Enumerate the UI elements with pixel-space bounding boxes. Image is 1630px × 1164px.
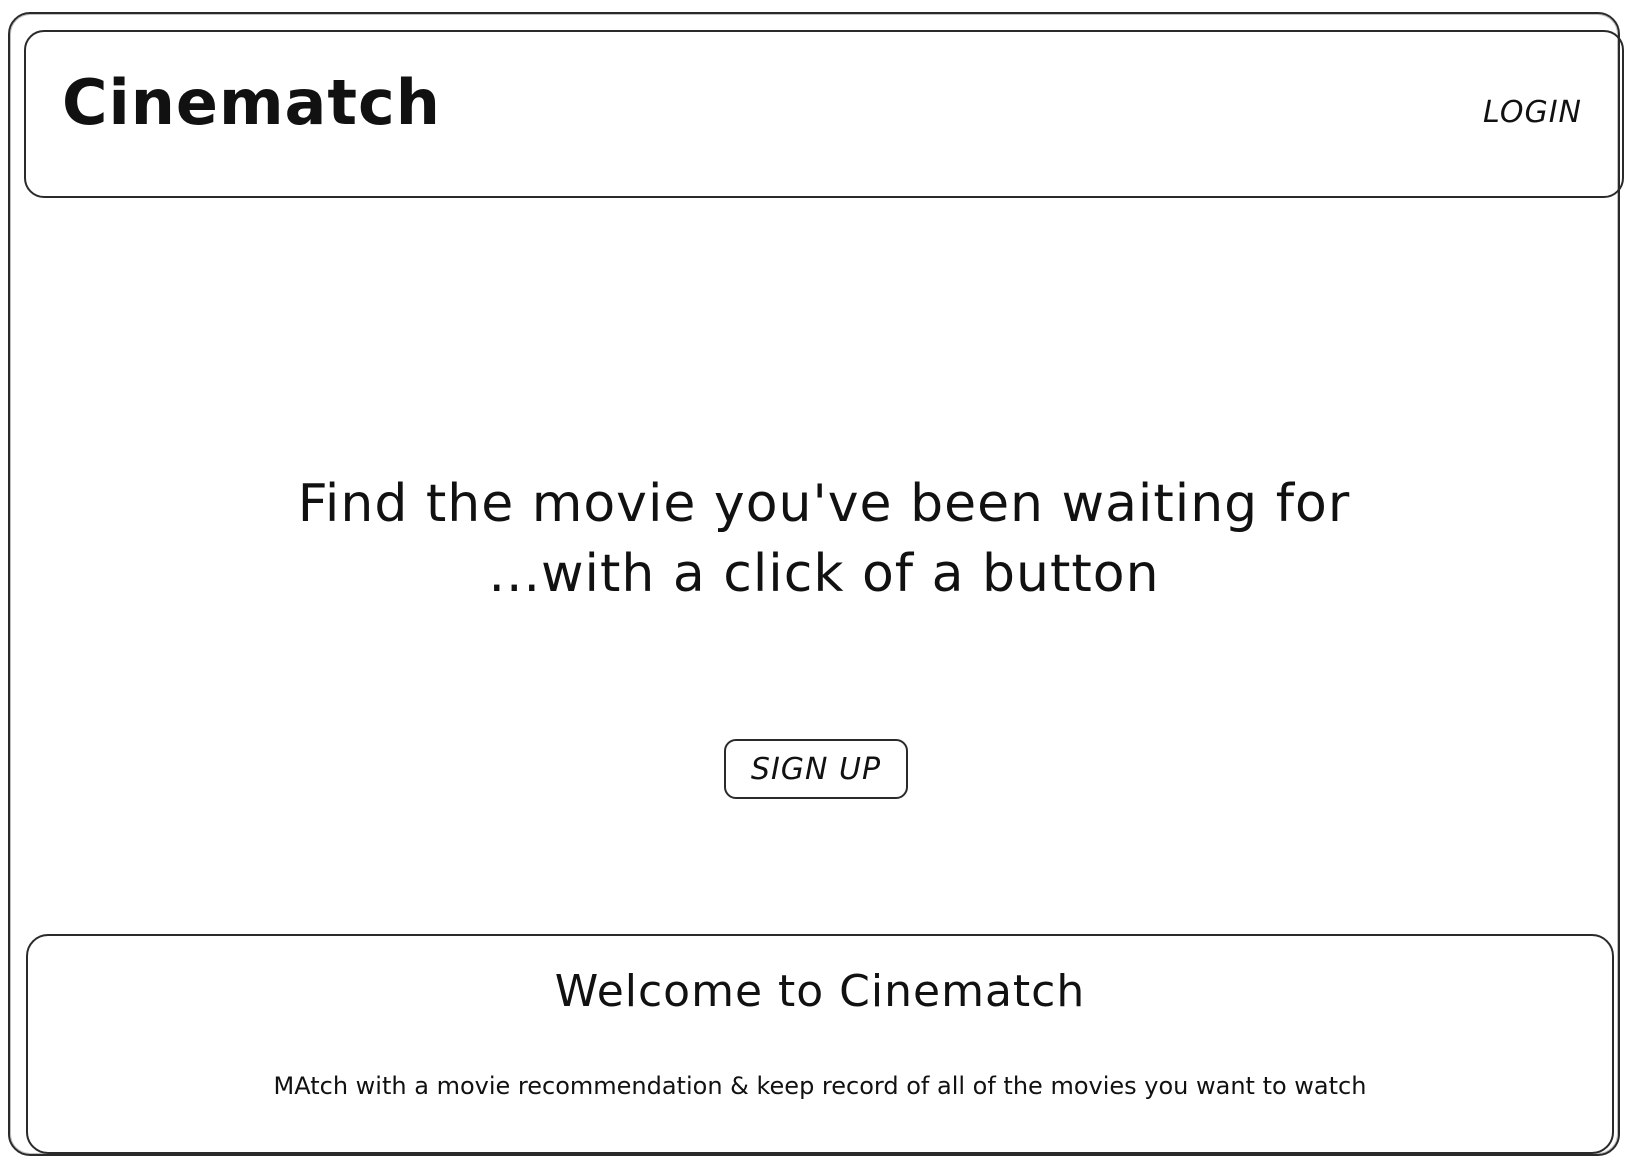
hero-section: Find the movie you've been waiting for .… xyxy=(24,469,1624,609)
app-logo[interactable]: Cinematch xyxy=(62,72,441,134)
hero-headline-line1: Find the movie you've been waiting for xyxy=(297,474,1351,534)
welcome-title: Welcome to Cinematch xyxy=(554,966,1086,1017)
page-frame: Cinematch LOGIN Find the movie you've be… xyxy=(8,12,1624,1156)
hero-headline-line2: ...with a click of a button xyxy=(488,544,1160,604)
login-link[interactable]: LOGIN xyxy=(1483,98,1582,128)
sign-up-button[interactable]: SIGN UP xyxy=(724,739,908,799)
welcome-panel: Welcome to Cinematch MAtch with a movie … xyxy=(26,934,1614,1154)
top-header: Cinematch LOGIN xyxy=(24,30,1624,198)
welcome-description: MAtch with a movie recommendation & keep… xyxy=(273,1072,1367,1100)
